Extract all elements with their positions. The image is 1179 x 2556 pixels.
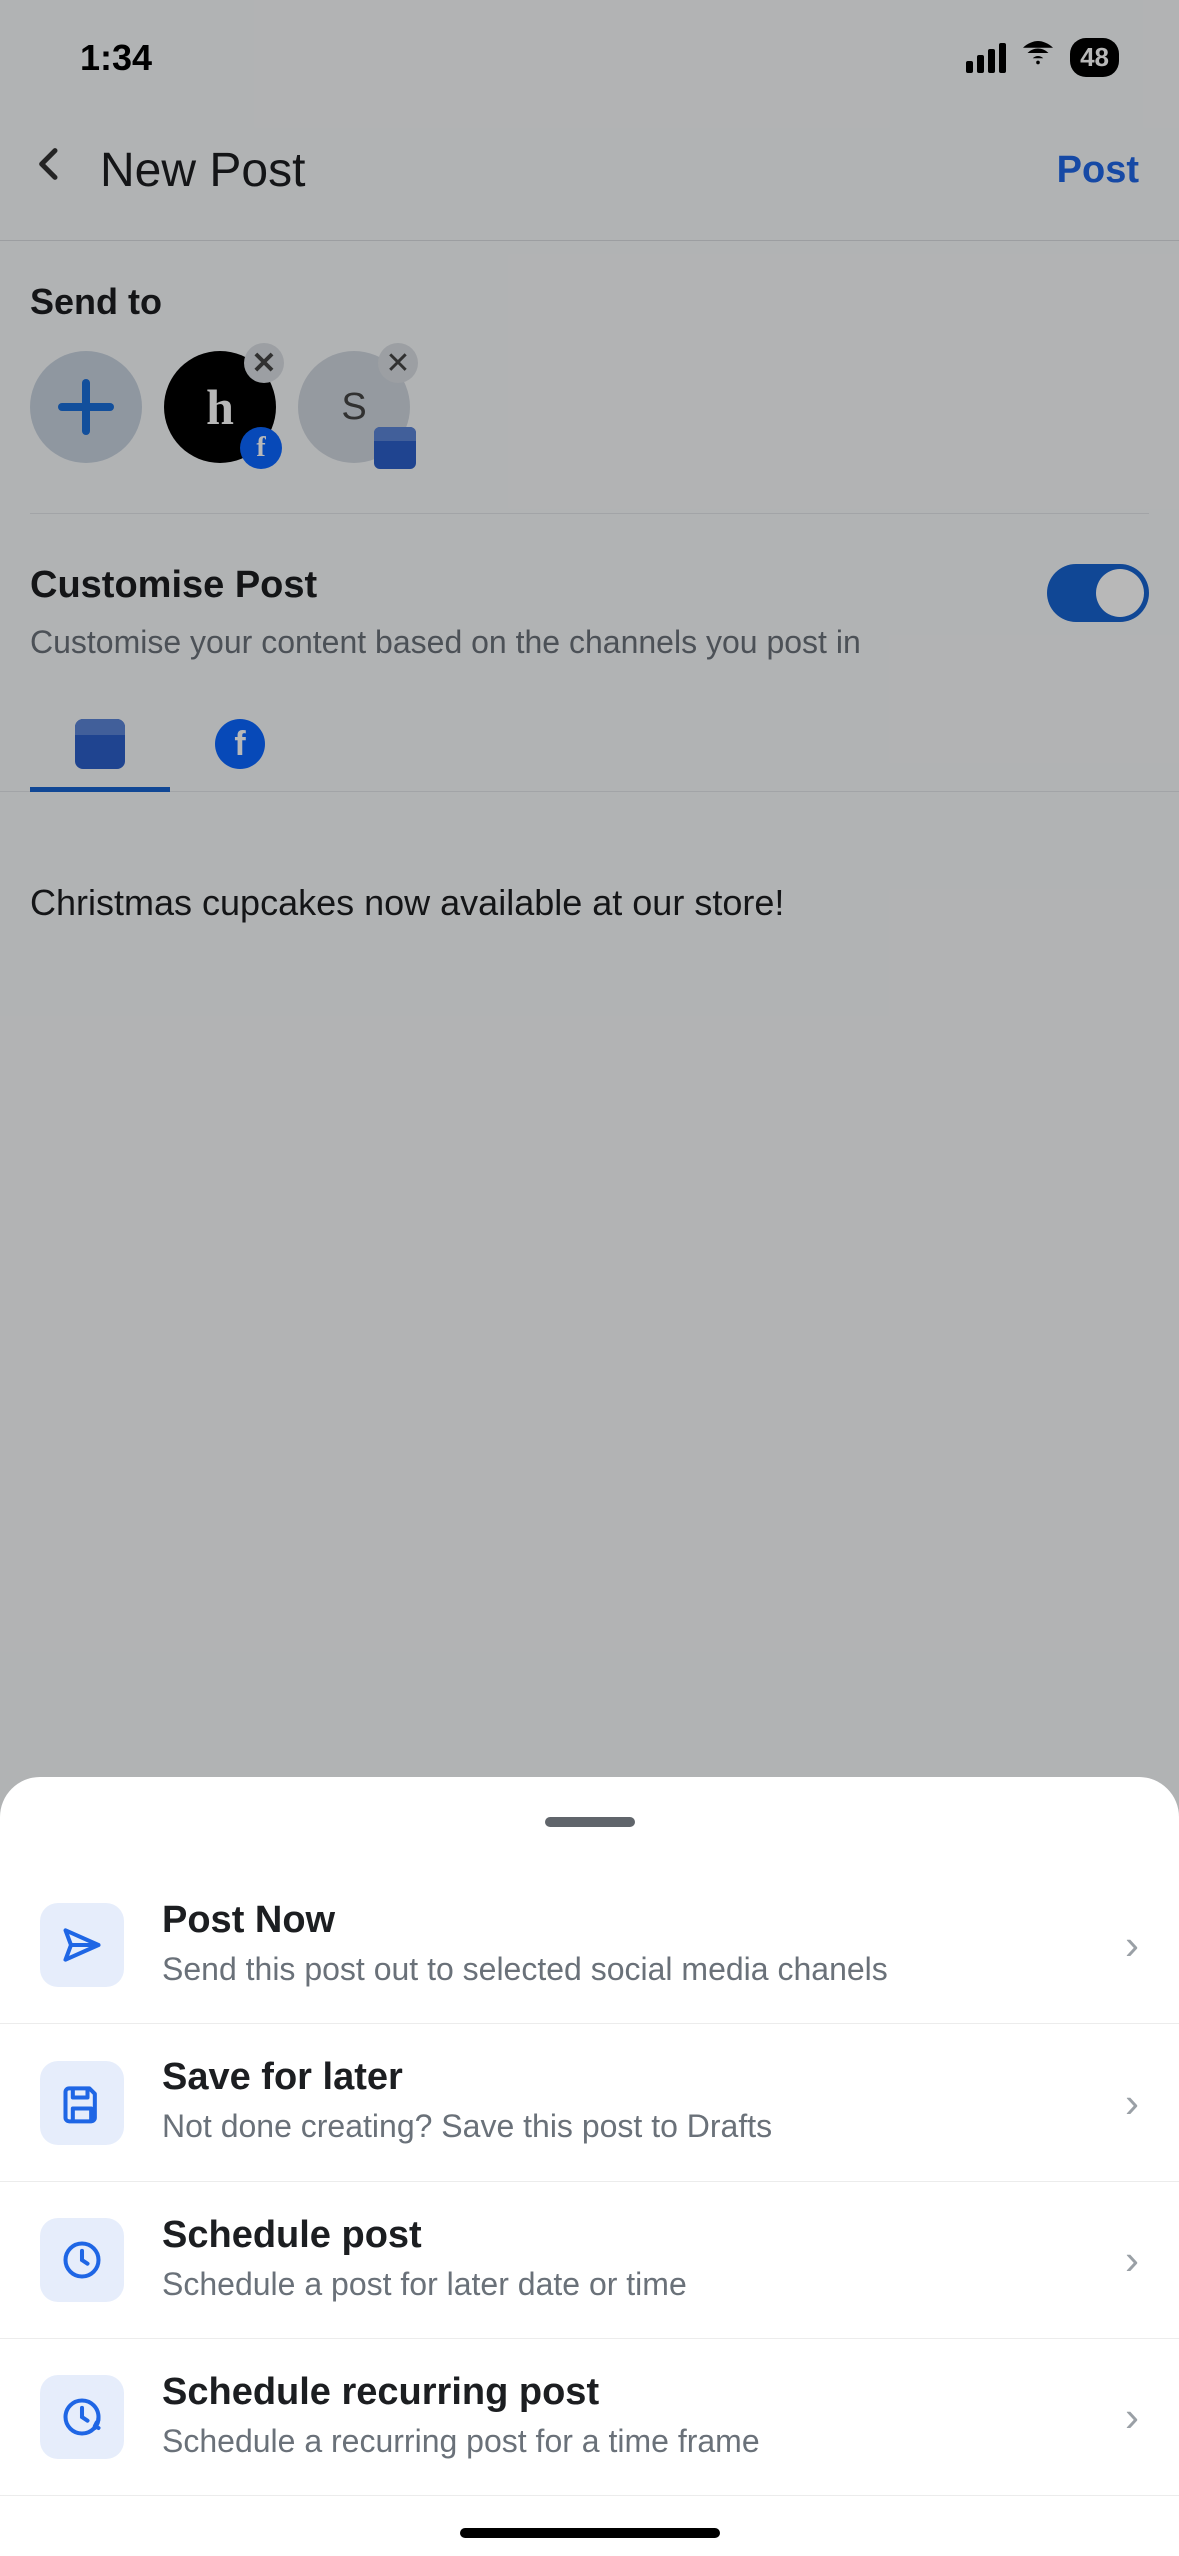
option-description: Schedule a recurring post for a time fra… [162, 2420, 1087, 2463]
option-description: Schedule a post for later date or time [162, 2263, 1087, 2306]
sheet-grabber[interactable] [545, 1817, 635, 1827]
option-title: Schedule post [162, 2214, 1087, 2257]
option-title: Schedule recurring post [162, 2371, 1087, 2414]
chevron-right-icon: › [1125, 2079, 1139, 2127]
chevron-right-icon: › [1125, 1921, 1139, 1969]
option-title: Save for later [162, 2056, 1087, 2099]
clock-refresh-icon [40, 2375, 124, 2459]
post-options-sheet: Post Now Send this post out to selected … [0, 1777, 1179, 2556]
option-schedule[interactable]: Schedule post Schedule a post for later … [0, 2182, 1179, 2339]
option-description: Not done creating? Save this post to Dra… [162, 2105, 1087, 2148]
send-icon [40, 1903, 124, 1987]
clock-icon [40, 2218, 124, 2302]
option-description: Send this post out to selected social me… [162, 1948, 1087, 1991]
chevron-right-icon: › [1125, 2393, 1139, 2441]
option-schedule-recurring[interactable]: Schedule recurring post Schedule a recur… [0, 2339, 1179, 2496]
home-indicator[interactable] [460, 2528, 720, 2538]
option-save-later[interactable]: Save for later Not done creating? Save t… [0, 2024, 1179, 2181]
option-post-now[interactable]: Post Now Send this post out to selected … [0, 1867, 1179, 2024]
chevron-right-icon: › [1125, 2236, 1139, 2284]
option-title: Post Now [162, 1899, 1087, 1942]
save-icon [40, 2061, 124, 2145]
